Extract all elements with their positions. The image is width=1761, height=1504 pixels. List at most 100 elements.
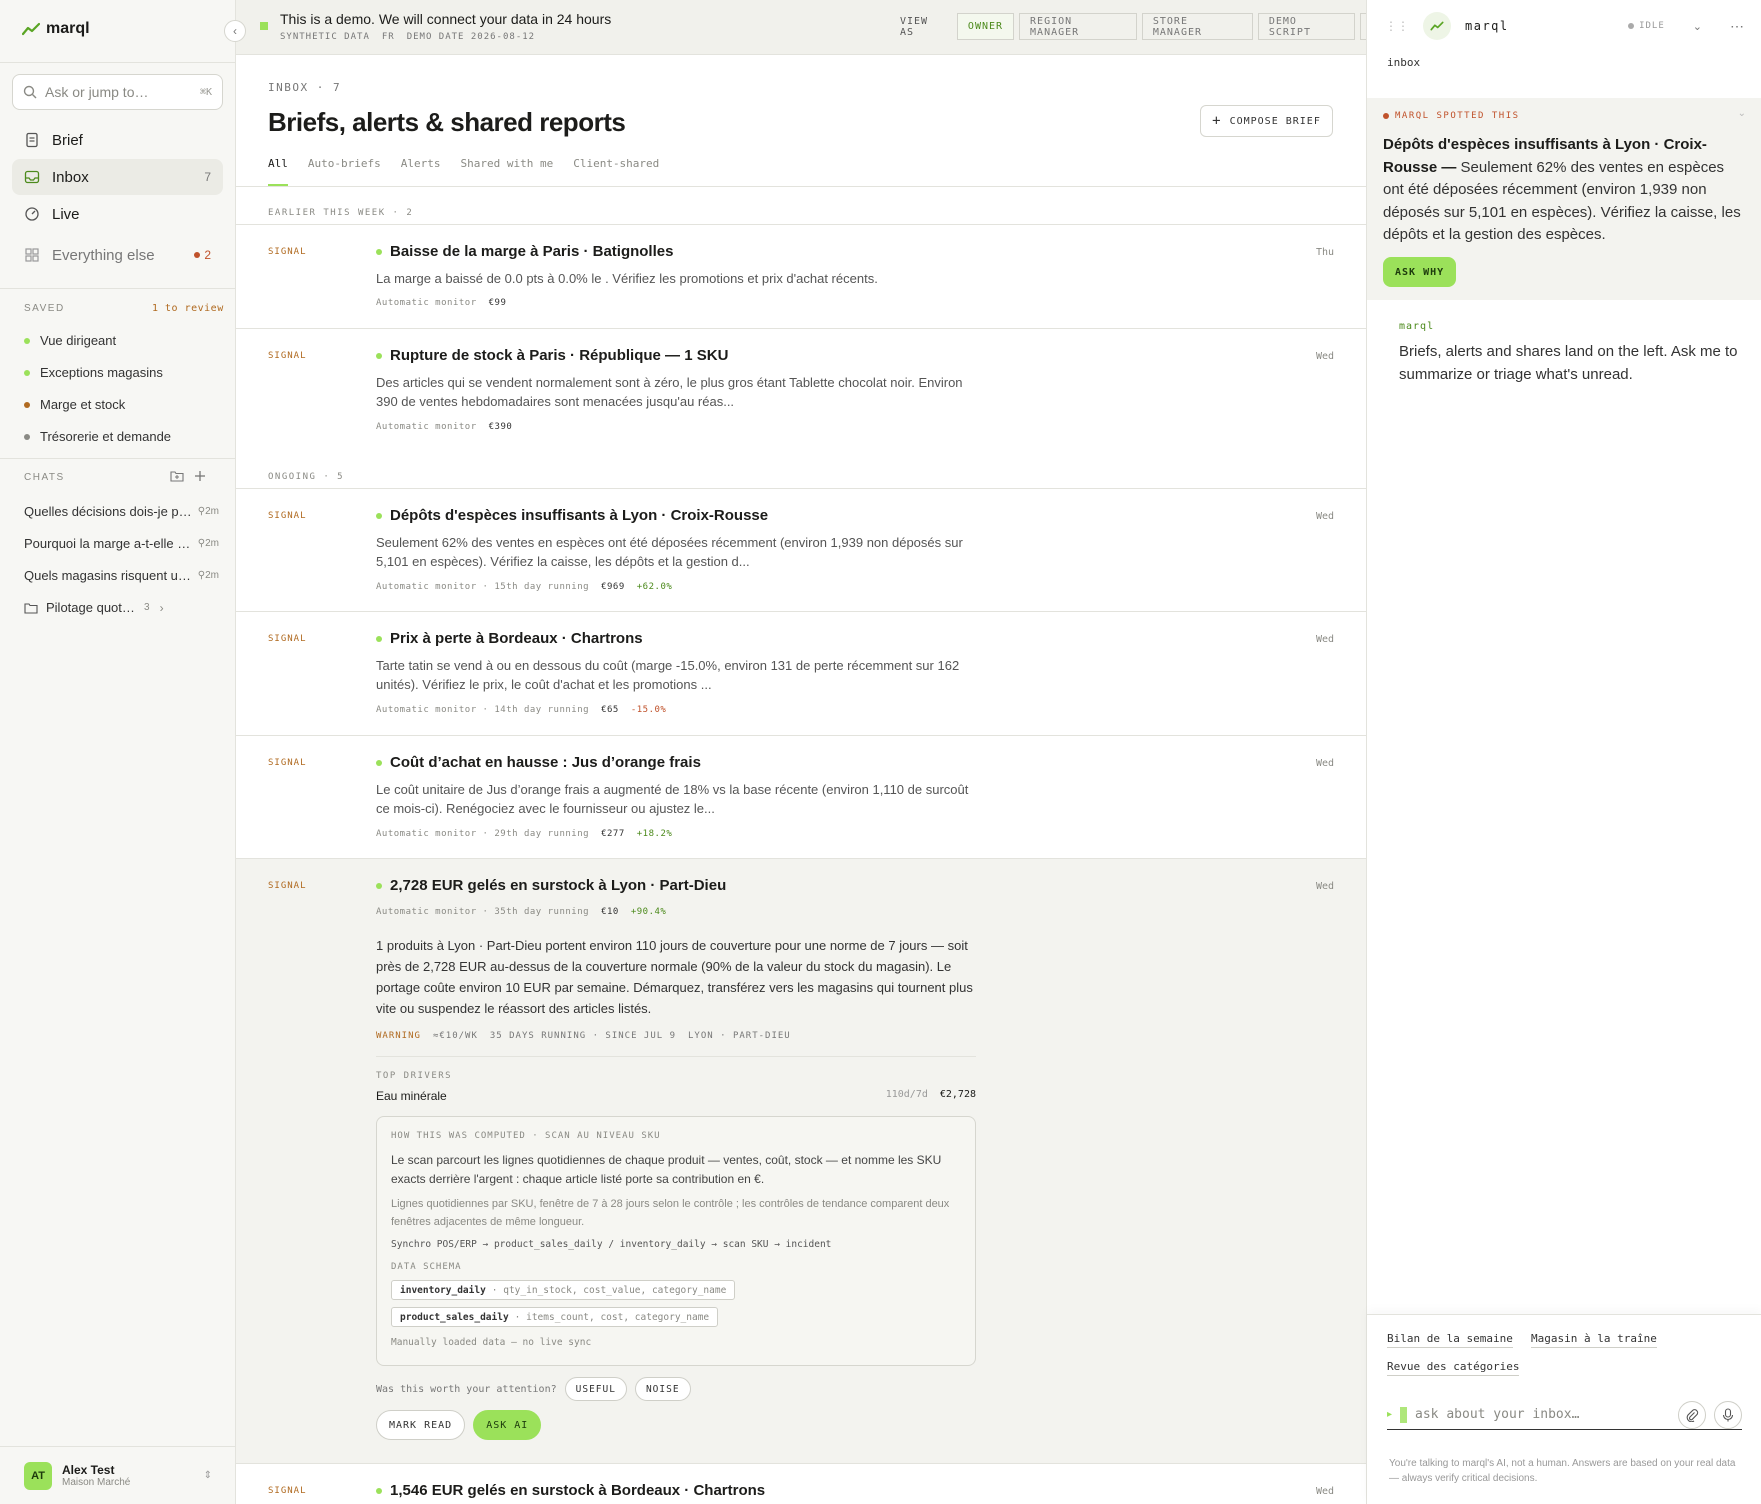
inbox-item[interactable]: SIGNAL Dépôts d'espèces insuffisants à L… [236, 488, 1366, 611]
nav-brief[interactable]: Brief [12, 122, 223, 158]
driver-values: 110d/7d €2,728 [885, 1089, 976, 1100]
saved-review-link[interactable]: 1 to review [152, 303, 224, 314]
ai-disclaimer: You're talking to marql's AI, not a huma… [1389, 1458, 1736, 1484]
saved-item[interactable]: Vue dirigeant [24, 333, 116, 348]
microphone-button[interactable] [1714, 1400, 1742, 1429]
nav-label: Live [52, 205, 80, 223]
item-kind: SIGNAL [268, 351, 307, 361]
item-description: Tarte tatin se vend à ou en dessous du c… [376, 658, 960, 692]
item-description: Le coût unitaire de Jus d’orange frais a… [376, 782, 969, 816]
new-folder-icon[interactable] [170, 470, 184, 482]
inbox-item-expanded[interactable]: SIGNAL 2,728 EUR gelés en surstock à Lyo… [236, 858, 1366, 1463]
warn-tag: 35 DAYS RUNNING · SINCE JUL 9 [489, 1031, 677, 1041]
tab-shared-with-me[interactable]: Shared with me [460, 157, 553, 186]
saved-item-label: Trésorerie et demande [40, 429, 172, 444]
demo-script-button[interactable]: DEMO SCRIPT [1257, 13, 1356, 40]
avatar: AT [24, 1461, 52, 1490]
demo-tag: FR [381, 32, 395, 42]
divider [0, 458, 236, 459]
item-kind: SIGNAL [268, 1486, 307, 1496]
item-meta: Automatic monitor · 15th day running €969… [376, 582, 673, 592]
tab-auto-briefs[interactable]: Auto-briefs [308, 157, 381, 186]
inbox-item[interactable]: SIGNAL Prix à perte à Bordeaux · Chartro… [236, 611, 1366, 735]
inbox-item[interactable]: SIGNAL Rupture de stock à Paris · Républ… [236, 328, 1366, 488]
chevron-down-icon[interactable]: ⌄ [1693, 20, 1702, 33]
item-title: Rupture de stock à Paris · République — … [376, 347, 728, 364]
folder-label: Pilotage quotidien [46, 600, 136, 615]
drag-handle-icon[interactable]: ⋮⋮ [1385, 19, 1409, 33]
item-day: Wed [1315, 511, 1334, 522]
search-input[interactable]: Ask or jump to… ⌘K [12, 74, 223, 110]
ask-why-button[interactable]: ASK WHY [1383, 257, 1457, 287]
nav-everything-else[interactable]: Everything else 2 [12, 237, 223, 273]
folder-count: 3 [144, 602, 150, 613]
unread-dot [376, 1487, 382, 1494]
chat-item[interactable]: Quels magasins risquent une rupture ⚲2m [24, 568, 219, 583]
tab-alerts[interactable]: Alerts [401, 157, 441, 186]
nav-live[interactable]: Live [12, 196, 223, 232]
demo-tag: DEMO DATE 2026-08-12 [406, 32, 536, 42]
role-region-manager-button[interactable]: REGION MANAGER [1019, 13, 1137, 40]
alert-count-badge: 2 [194, 248, 211, 262]
plus-icon: + [1212, 113, 1222, 129]
status-dot [24, 433, 30, 440]
chat-item[interactable]: Quelles décisions dois-je prendre ⚲2m [24, 504, 219, 519]
ask-ai-button[interactable]: ASK AI [473, 1410, 542, 1440]
driver-name: Eau minérale [376, 1089, 447, 1103]
add-chat-icon[interactable] [194, 470, 206, 482]
nav-label: Inbox [52, 168, 89, 186]
suggestion-chip[interactable]: Revue des catégories [1387, 1360, 1520, 1376]
logo-icon [1430, 21, 1444, 31]
nav-inbox[interactable]: Inbox 7 [12, 159, 223, 195]
item-kind: SIGNAL [268, 511, 307, 521]
noise-button[interactable]: NOISE [634, 1377, 691, 1401]
item-title: Prix à perte à Bordeaux · Chartrons [376, 630, 643, 647]
assistant-message: Briefs, alerts and shares land on the le… [1399, 343, 1738, 383]
unread-dot [376, 882, 382, 889]
microphone-icon [1722, 1407, 1734, 1421]
chat-input[interactable]: ▸ ask about your inbox… [1387, 1400, 1742, 1430]
useful-button[interactable]: USEFUL [564, 1377, 627, 1401]
chevron-down-icon[interactable]: ⌄ [1738, 108, 1746, 119]
inbox-item[interactable]: SIGNAL Baisse de la marge à Paris · Bati… [236, 224, 1366, 328]
chat-item[interactable]: Pourquoi la marge a-t-elle baissé ⚲2m [24, 536, 219, 551]
text-cursor [1400, 1406, 1408, 1423]
item-meta: Automatic monitor · 14th day running €65-… [376, 705, 667, 715]
status-badge: IDLE [1628, 21, 1665, 31]
composer: Bilan de la semaine Magasin à la traîne … [1367, 1314, 1761, 1504]
item-description: Seulement 62% des ventes en espèces ont … [376, 535, 963, 569]
collapse-sidebar-button[interactable]: ‹ [224, 20, 246, 42]
inbox-count: INBOX · 7 [268, 81, 342, 94]
schema-label: DATA SCHEMA [391, 1262, 462, 1272]
app-logo[interactable]: marql [22, 20, 90, 38]
suggestion-chip[interactable]: Bilan de la semaine [1387, 1332, 1513, 1348]
role-store-manager-button[interactable]: STORE MANAGER [1141, 13, 1253, 40]
chevron-updown-icon: ⇕ [203, 1470, 212, 1481]
role-owner-button[interactable]: OWNER [956, 13, 1015, 40]
data-pipeline: Synchro POS/ERP → product_sales_daily / … [391, 1239, 832, 1250]
assistant-header: ⋮⋮ marql IDLE ⌄ ⋯ [1367, 0, 1761, 52]
saved-item[interactable]: Exceptions magasins [24, 365, 163, 380]
saved-item[interactable]: Marge et stock [24, 397, 125, 412]
attach-button[interactable] [1678, 1400, 1706, 1429]
paperclip-icon [1686, 1408, 1699, 1422]
chat-folder[interactable]: Pilotage quotidien 3 › [24, 600, 184, 615]
item-meta: Automatic monitor €390 [376, 422, 513, 432]
saved-item[interactable]: Trésorerie et demande [24, 429, 171, 444]
inbox-item[interactable]: SIGNAL Coût d’achat en hausse : Jus d’or… [236, 735, 1366, 858]
more-icon[interactable]: ⋯ [1730, 18, 1744, 35]
severity-badge: WARNING [376, 1031, 421, 1041]
mark-read-button[interactable]: MARK READ [376, 1410, 466, 1440]
item-day: Wed [1315, 758, 1334, 769]
compose-brief-button[interactable]: + COMPOSE BRIEF [1200, 105, 1333, 137]
schema-chip: inventory_daily · qty_in_stock, cost_valu… [391, 1280, 736, 1300]
suggestion-chip[interactable]: Magasin à la traîne [1531, 1332, 1657, 1348]
assistant-avatar [1423, 12, 1451, 40]
assistant-panel: ⋮⋮ marql IDLE ⌄ ⋯ inbox MARQL SPOTTED TH… [1366, 0, 1761, 1504]
tab-all[interactable]: All [268, 157, 288, 186]
tab-client-shared[interactable]: Client-shared [573, 157, 659, 186]
status-dot [24, 369, 30, 376]
inbox-item[interactable]: SIGNAL 1,546 EUR gelés en surstock à Bor… [236, 1463, 1366, 1504]
item-day: Wed [1315, 634, 1334, 645]
user-menu[interactable]: AT Alex Test Maison Marché ⇕ [0, 1446, 236, 1504]
